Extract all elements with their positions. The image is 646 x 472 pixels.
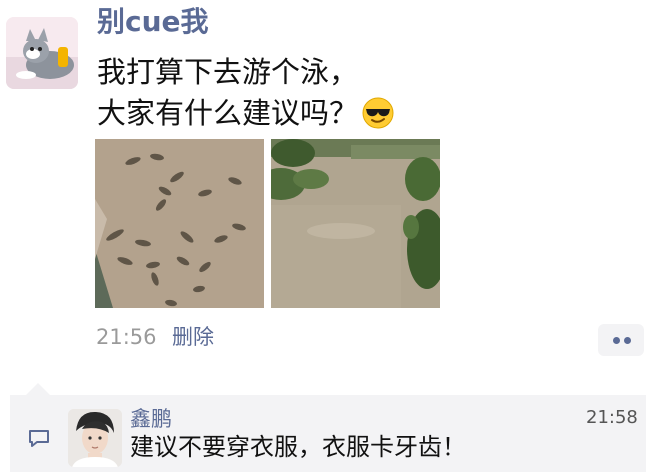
more-actions-button[interactable]: [598, 324, 644, 356]
commenter-name[interactable]: 鑫鹏: [130, 405, 172, 433]
post-text-line-2-text: 大家有什么建议吗？: [97, 96, 359, 130]
comment-icon: [28, 429, 50, 453]
smiling-face-with-sunglasses-icon: [362, 97, 394, 140]
poster-avatar[interactable]: [6, 17, 78, 89]
more-dots-icon: [613, 337, 620, 344]
post-text: 我打算下去游个泳， 大家有什么建议吗？: [97, 52, 394, 140]
poster-username[interactable]: 别cue我: [97, 2, 209, 42]
crocodiles-in-muddy-water-image: [95, 139, 264, 308]
commenter-avatar[interactable]: [68, 409, 122, 467]
post-image-1[interactable]: [95, 139, 264, 308]
post-timestamp: 21:56: [96, 325, 157, 349]
more-dots-icon-second: [624, 337, 631, 344]
comment-timestamp: 21:58: [586, 407, 638, 428]
comment-area-caret: [26, 383, 50, 395]
post-text-line-2: 大家有什么建议吗？: [97, 93, 394, 140]
muddy-river-image: [271, 139, 440, 308]
post-image-2[interactable]: [271, 139, 440, 308]
post-text-line-1: 我打算下去游个泳，: [97, 55, 359, 89]
comment-text[interactable]: 建议不要穿衣服，衣服卡牙齿！: [130, 431, 466, 463]
cartoon-cat-avatar-image: [6, 17, 78, 89]
delete-link[interactable]: 删除: [172, 323, 214, 351]
commenter-portrait-image: [68, 409, 122, 467]
